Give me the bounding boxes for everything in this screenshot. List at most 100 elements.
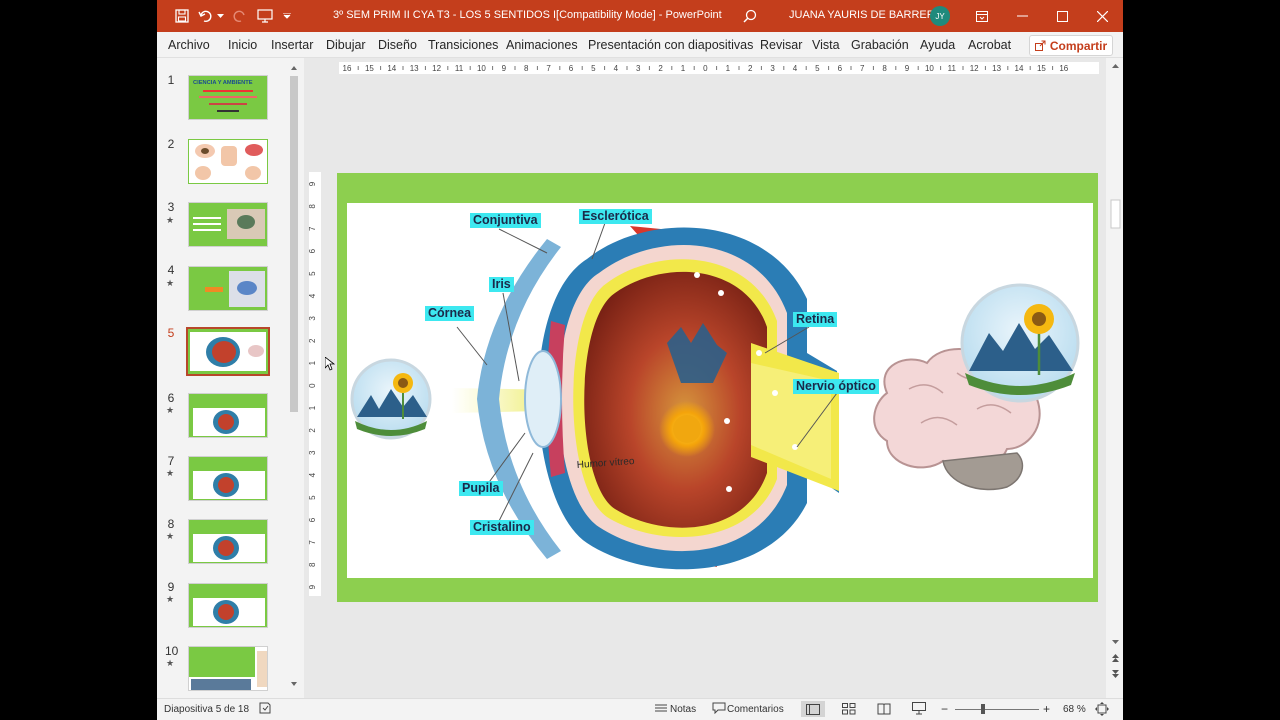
- ruler-tick-label: 0: [703, 64, 708, 73]
- thumbnail-slide-9[interactable]: [188, 583, 268, 628]
- redo-icon[interactable]: [230, 7, 248, 25]
- thumbnail-slide-6[interactable]: [188, 393, 268, 438]
- ruler-tick-label: 10: [477, 64, 486, 73]
- thumb-number: 6: [167, 391, 175, 405]
- ruler-tick-label: 2: [658, 64, 663, 73]
- zoom-slider-thumb[interactable]: [981, 704, 985, 714]
- ruler-tick-label: 3: [770, 64, 775, 73]
- thumb-number: 1: [167, 73, 175, 87]
- thumbnail-slide-10[interactable]: [188, 646, 268, 691]
- comments-icon[interactable]: [712, 702, 726, 717]
- animation-star-icon: ★: [166, 215, 175, 225]
- ruler-tick-label: 8: [309, 204, 317, 209]
- label-esclerotica: Esclerótica: [579, 209, 652, 224]
- thumb-number: 7: [167, 454, 175, 468]
- present-from-start-icon[interactable]: [256, 7, 274, 25]
- label-cornea: Córnea: [425, 306, 475, 321]
- ruler-tick-label: 7: [546, 64, 551, 73]
- ruler-tick-label: 6: [838, 64, 843, 73]
- ruler-tick-label: 0: [309, 383, 317, 388]
- save-icon[interactable]: [173, 7, 191, 25]
- tab-diseno[interactable]: Diseño: [378, 38, 417, 52]
- share-icon: [1034, 40, 1046, 51]
- thumb-title: CIENCIA Y AMBIENTE: [193, 80, 253, 86]
- title-bar: 3º SEM PRIM II CYA T3 - LOS 5 SENTIDOS I…: [157, 0, 1123, 32]
- ruler-tick-label: 11: [948, 64, 957, 73]
- ruler-tick-label: 4: [309, 293, 317, 298]
- notes-button[interactable]: Notas: [670, 704, 696, 715]
- document-title: 3º SEM PRIM II CYA T3 - LOS 5 SENTIDOS I…: [333, 9, 722, 21]
- ribbon-tabs: Archivo Inicio Insertar Dibujar Diseño T…: [157, 32, 1123, 58]
- ribbon-display-options-icon[interactable]: [962, 0, 1002, 32]
- avatar[interactable]: JY: [930, 6, 950, 26]
- label-iris: Iris: [489, 277, 514, 292]
- maximize-button[interactable]: [1042, 0, 1082, 32]
- label-pupila: Pupila: [459, 481, 503, 496]
- tab-revisar[interactable]: Revisar: [760, 38, 802, 52]
- undo-dropdown-icon[interactable]: [215, 7, 225, 25]
- accessibility-icon[interactable]: [259, 702, 271, 717]
- zoom-level[interactable]: 68 %: [1063, 704, 1086, 715]
- normal-view-icon[interactable]: [801, 701, 825, 717]
- notes-icon[interactable]: [654, 702, 668, 717]
- ruler-tick-label: 3: [309, 450, 317, 455]
- tab-dibujar[interactable]: Dibujar: [326, 38, 366, 52]
- thumbnail-slide-3[interactable]: [188, 202, 268, 247]
- tab-archivo[interactable]: Archivo: [168, 38, 210, 52]
- tab-inicio[interactable]: Inicio: [228, 38, 257, 52]
- ruler-tick-label: 2: [748, 64, 753, 73]
- tab-transiciones[interactable]: Transiciones: [428, 38, 498, 52]
- ruler-tick-label: 3: [636, 64, 641, 73]
- thumb-number: 3: [167, 200, 175, 214]
- slide-content-area: Humor vítreo Conjuntiva Esclerótica Iris…: [347, 203, 1093, 578]
- label-nervio-optico: Nervio óptico: [793, 379, 879, 394]
- tab-grabacion[interactable]: Grabación: [851, 38, 909, 52]
- search-icon[interactable]: [741, 7, 759, 25]
- minimize-button[interactable]: [1002, 0, 1042, 32]
- thumbnail-slide-7[interactable]: [188, 456, 268, 501]
- slideshow-view-icon[interactable]: [912, 702, 926, 718]
- share-label: Compartir: [1049, 38, 1108, 53]
- animation-star-icon: ★: [166, 658, 175, 668]
- slide-vertical-scrollbar[interactable]: [1108, 58, 1123, 698]
- label-retina: Retina: [793, 312, 838, 327]
- tab-presentacion[interactable]: Presentación con diapositivas: [588, 38, 753, 52]
- thumbnail-slide-2[interactable]: [188, 139, 268, 184]
- ruler-tick-label: 14: [1015, 64, 1024, 73]
- ruler-tick-label: 5: [815, 64, 820, 73]
- zoom-slider[interactable]: [955, 709, 1039, 710]
- tab-vista[interactable]: Vista: [812, 38, 840, 52]
- close-button[interactable]: [1082, 0, 1122, 32]
- ruler-tick-label: 1: [726, 64, 731, 73]
- customize-toolbar-icon[interactable]: [281, 7, 293, 25]
- tab-insertar[interactable]: Insertar: [271, 38, 313, 52]
- ruler-tick-label: 5: [591, 64, 596, 73]
- slide-sorter-icon[interactable]: [842, 703, 856, 718]
- ruler-tick-label: 8: [309, 562, 317, 567]
- zoom-out-icon[interactable]: −: [941, 702, 948, 716]
- slide-counter: Diapositiva 5 de 18: [164, 704, 250, 715]
- thumbnail-slide-5[interactable]: [186, 327, 270, 376]
- undo-icon[interactable]: [197, 7, 215, 25]
- thumbnails-scrollbar[interactable]: [288, 62, 300, 690]
- fit-slide-icon[interactable]: [1095, 702, 1109, 719]
- ruler-tick-label: 4: [309, 472, 317, 477]
- current-slide[interactable]: Humor vítreo Conjuntiva Esclerótica Iris…: [337, 173, 1098, 602]
- ruler-tick-label: 8: [524, 64, 529, 73]
- zoom-in-icon[interactable]: +: [1043, 702, 1050, 716]
- ruler-tick-label: 13: [992, 64, 1001, 73]
- comments-button[interactable]: Comentarios: [727, 704, 784, 715]
- thumbnail-slide-8[interactable]: [188, 519, 268, 564]
- ruler-tick-label: 1: [681, 64, 686, 73]
- tab-acrobat[interactable]: Acrobat: [968, 38, 1011, 52]
- thumbnail-slide-1[interactable]: CIENCIA Y AMBIENTE: [188, 75, 268, 120]
- share-button[interactable]: Compartir: [1029, 35, 1113, 56]
- tab-animaciones[interactable]: Animaciones: [506, 38, 578, 52]
- tab-ayuda[interactable]: Ayuda: [920, 38, 955, 52]
- ruler-tick-label: 9: [502, 64, 507, 73]
- animation-star-icon: ★: [166, 468, 175, 478]
- ruler-tick-label: 16: [343, 64, 352, 73]
- ruler-tick-label: 5: [309, 495, 317, 500]
- thumbnail-slide-4[interactable]: [188, 266, 268, 311]
- reading-view-icon[interactable]: [877, 703, 891, 718]
